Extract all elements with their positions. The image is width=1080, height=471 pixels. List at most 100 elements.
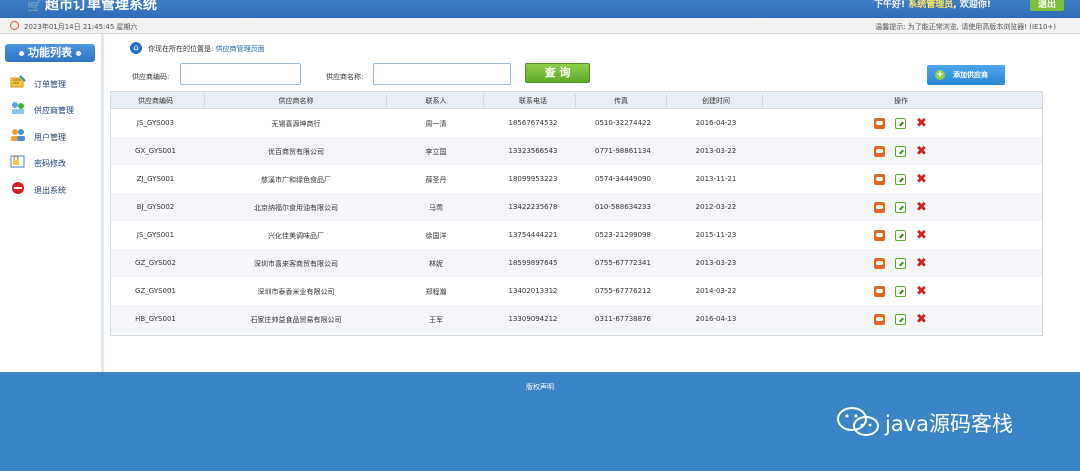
table-row: BJ_GYS002 北京纳福尔食用油有限公司 马莺 13422235678 01… (111, 193, 1042, 221)
edit-icon[interactable] (895, 314, 906, 325)
cell-name: 兴化佳美调味品厂 (268, 232, 324, 240)
users-icon (11, 129, 25, 141)
edit-icon[interactable] (895, 202, 906, 213)
view-icon[interactable] (874, 118, 885, 129)
cell-code: JS_GYS001 (136, 231, 175, 239)
cart-logo-icon: 🛒 (27, 0, 42, 13)
breadcrumb-current[interactable]: 供应商管理页面 (216, 45, 265, 53)
column-header: 供应商编码 (138, 97, 173, 105)
cell-created: 2016-04-23 (695, 119, 737, 127)
delete-icon[interactable]: ✖ (916, 173, 927, 186)
breadcrumb-prefix: 你现在所在的位置是: (148, 45, 214, 53)
view-icon[interactable] (874, 314, 885, 325)
sidebar-item-providers[interactable]: 供应商管理 (10, 101, 100, 117)
cell-name: 深圳市喜来客商贸有限公司 (254, 260, 338, 268)
function-list-title: 功能列表 (28, 46, 72, 59)
delete-icon[interactable]: ✖ (916, 313, 927, 326)
cell-fax: 0771-98861134 (595, 147, 651, 155)
delete-icon[interactable]: ✖ (916, 285, 927, 298)
view-icon[interactable] (874, 258, 885, 269)
clock-icon (10, 21, 19, 30)
table-row: ZJ_GYS001 慈溪市广和绿色食品厂 薛圣丹 18099953223 057… (111, 165, 1042, 193)
cell-created: 2014-03-22 (695, 287, 737, 295)
edit-icon[interactable] (895, 286, 906, 297)
sidebar-item-password[interactable]: 密码修改 (10, 154, 100, 170)
cell-fax: 0311-67738876 (595, 315, 651, 323)
cell-code: HB_GYS001 (135, 315, 176, 323)
view-icon[interactable] (874, 202, 885, 213)
home-icon: ⌂ (130, 42, 142, 54)
cell-created: 2012-03-22 (695, 203, 737, 211)
edit-icon[interactable] (895, 258, 906, 269)
sidebar-item-users[interactable]: 用户管理 (10, 128, 100, 144)
column-divider (204, 94, 205, 107)
delete-icon[interactable]: ✖ (916, 257, 927, 270)
delete-icon[interactable]: ✖ (916, 145, 927, 158)
cell-code: GZ_GYS002 (135, 259, 176, 267)
view-icon[interactable] (874, 230, 885, 241)
provider-name-label: 供应商名称: (326, 73, 364, 81)
admin-name: 系统管理员 (908, 0, 954, 10)
table-row: GZ_GYS001 深圳市泰香米业有限公司 郑程瀚 13402013312 07… (111, 277, 1042, 305)
provider-icon (12, 102, 24, 114)
welcome-suffix: , 欢迎你! (953, 0, 991, 10)
cell-name: 无锡喜源坤商行 (271, 120, 321, 128)
cell-phone: 18567674532 (508, 119, 558, 127)
sidebar-item-logout[interactable]: 退出系统 (10, 181, 100, 197)
query-button[interactable]: 查 询 (525, 63, 590, 83)
edit-icon[interactable] (895, 118, 906, 129)
cell-contact: 郑程瀚 (425, 288, 447, 296)
password-icon (10, 155, 25, 168)
wechat-icon (837, 407, 879, 436)
cell-created: 2013-11-21 (695, 175, 737, 183)
cell-phone: 13323566543 (508, 147, 558, 155)
cell-contact: 李立国 (425, 148, 447, 156)
sidebar-item-label: 退出系统 (34, 186, 66, 195)
cell-fax: 0510-32274422 (595, 119, 651, 127)
provider-name-input[interactable] (373, 63, 511, 85)
watermark-text: java源码客栈 (885, 412, 1013, 436)
cell-fax: 0755-67772341 (595, 259, 651, 267)
cell-fax: 0755-67776212 (595, 287, 651, 295)
column-header: 供应商名称 (278, 97, 314, 105)
cell-fax: 0523-21299098 (595, 231, 651, 239)
delete-icon[interactable]: ✖ (916, 229, 927, 242)
cell-code: JS_GYS003 (136, 119, 175, 127)
exit-button[interactable]: 退出 (1030, 0, 1064, 11)
sidebar: 功能列表 订单管理 供应商管理 用户管理 密码修改 退出系统 (0, 34, 104, 372)
plus-icon: + (935, 70, 945, 80)
cell-phone: 13309094212 (508, 315, 558, 323)
dot-icon (76, 50, 81, 56)
view-icon[interactable] (874, 286, 885, 297)
cell-contact: 周一清 (425, 120, 447, 128)
add-provider-button[interactable]: + 添加供应商 (927, 65, 1005, 85)
copyright[interactable]: 版权声明 (0, 382, 1080, 392)
cell-code: ZJ_GYS001 (136, 175, 175, 183)
edit-icon[interactable] (895, 174, 906, 185)
cell-fax: 0574-34449090 (595, 175, 651, 183)
table-row: JS_GYS001 兴化佳美调味品厂 徐国洋 13754444221 0523-… (111, 221, 1042, 249)
delete-icon[interactable]: ✖ (916, 201, 927, 214)
datetime: 2023年01月14日 21:45:45 星期六 (24, 23, 138, 31)
table-row: HB_GYS001 石家庄帅益食品贸易有限公司 王军 13309094212 0… (111, 305, 1042, 333)
sidebar-item-label: 密码修改 (34, 159, 66, 168)
edit-icon[interactable] (895, 146, 906, 157)
breadcrumb: 你现在所在的位置是: 供应商管理页面 (148, 44, 265, 54)
delete-icon[interactable]: ✖ (916, 117, 927, 130)
column-divider (762, 94, 763, 107)
column-divider (666, 94, 667, 107)
view-icon[interactable] (874, 174, 885, 185)
sidebar-item-orders[interactable]: 订单管理 (10, 75, 100, 91)
edit-icon[interactable] (895, 230, 906, 241)
function-list-header: 功能列表 (5, 44, 95, 62)
cell-name: 慈溪市广和绿色食品厂 (261, 176, 331, 184)
column-header: 创建时间 (702, 97, 730, 105)
cell-created: 2013-03-22 (695, 147, 737, 155)
sidebar-item-label: 用户管理 (34, 133, 66, 142)
view-icon[interactable] (874, 146, 885, 157)
provider-code-input[interactable] (180, 63, 301, 85)
welcome-prefix: 下午好! (874, 0, 906, 10)
table-header: 供应商编码 供应商名称 联系人 联系电话 传真 创建时间 操作 (111, 92, 1042, 109)
cell-created: 2013-03-23 (695, 259, 737, 267)
cell-contact: 王军 (429, 316, 443, 324)
